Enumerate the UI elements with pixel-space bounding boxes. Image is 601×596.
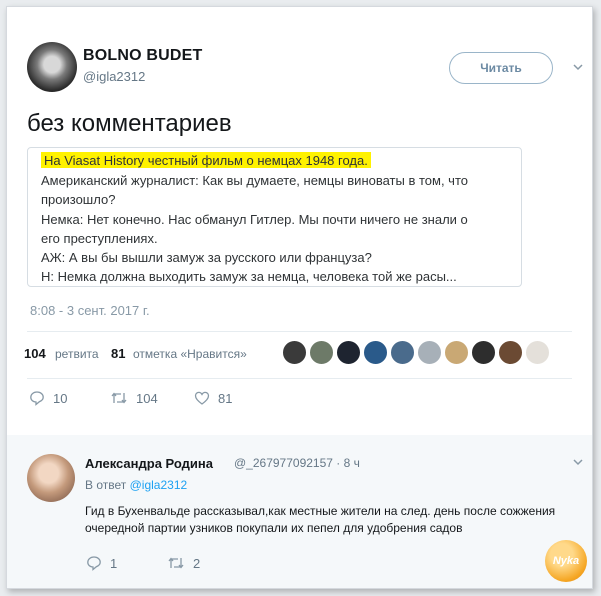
liker-avatar[interactable]	[498, 340, 523, 365]
like-action[interactable]: 81	[194, 390, 232, 406]
divider	[27, 331, 572, 332]
reply-count: 10	[53, 390, 68, 406]
chevron-down-icon[interactable]	[572, 456, 584, 468]
quote-line: Н: Немка должна выходить замуж за немца,…	[41, 269, 457, 284]
reply-author-name[interactable]: Александра Родина	[85, 456, 213, 471]
reply-action[interactable]: 10	[29, 390, 67, 406]
quote-line: Немка: Нет конечно. Нас обманул Гитлер. …	[41, 212, 468, 227]
reply-author-handle[interactable]: @_267977092157 · 8 ч	[234, 456, 360, 470]
watermark-logo: Nyka	[545, 540, 587, 582]
in-reply-prefix: В ответ	[85, 478, 127, 492]
liker-avatar[interactable]	[525, 340, 550, 365]
reply-text: Гид в Бухенвальде рассказывал,как местны…	[85, 504, 556, 535]
tweet-timestamp[interactable]: 8:08 - 3 сент. 2017 г.	[30, 303, 150, 318]
liker-avatar[interactable]	[363, 340, 388, 365]
reply-author-avatar[interactable]	[27, 454, 75, 502]
likes-count[interactable]: 81	[111, 346, 125, 361]
reply-icon	[30, 391, 44, 406]
author-avatar[interactable]	[27, 42, 77, 92]
retweet-count: 2	[193, 555, 201, 571]
divider	[27, 378, 572, 379]
author-name[interactable]: BOLNO BUDET	[83, 47, 203, 65]
chevron-down-icon[interactable]	[572, 61, 584, 73]
tweet-text: без комментариев	[27, 110, 232, 137]
liker-avatar[interactable]	[390, 340, 415, 365]
liker-avatar[interactable]	[282, 340, 307, 365]
liker-avatar[interactable]	[309, 340, 334, 365]
quoted-text-box: На Viasat History честный фильм о немцах…	[27, 147, 522, 287]
retweet-action[interactable]: 2	[167, 555, 200, 571]
tweet-card: BOLNO BUDET @igla2312 Читать без коммент…	[6, 6, 593, 589]
quote-line: произошло?	[41, 192, 116, 207]
reply-count: 1	[110, 555, 118, 571]
retweets-count[interactable]: 104	[24, 346, 46, 361]
author-handle[interactable]: @igla2312	[83, 69, 145, 84]
follow-button[interactable]: Читать	[449, 52, 553, 84]
retweets-label[interactable]: ретвита	[55, 347, 99, 361]
liker-avatar[interactable]	[444, 340, 469, 365]
retweet-icon	[168, 557, 184, 569]
liker-avatar[interactable]	[471, 340, 496, 365]
quote-line: его преступлениях.	[41, 231, 158, 246]
retweet-action[interactable]: 104	[110, 390, 158, 406]
quote-line: АЖ: А вы бы вышли замуж за русского или …	[41, 250, 372, 265]
retweet-icon	[111, 392, 127, 404]
reply-icon	[87, 556, 101, 571]
in-reply-handle-link[interactable]: @igla2312	[130, 478, 188, 492]
heart-icon	[194, 391, 210, 405]
likes-label[interactable]: отметка «Нравится»	[133, 347, 247, 361]
in-reply-to: В ответ @igla2312	[85, 478, 187, 492]
liker-avatar[interactable]	[417, 340, 442, 365]
liker-avatar[interactable]	[336, 340, 361, 365]
like-count: 81	[218, 390, 233, 406]
quote-line: На Viasat History честный фильм о немцах…	[41, 152, 371, 168]
reply-action[interactable]: 1	[86, 555, 117, 571]
retweet-count: 104	[136, 390, 158, 406]
highlighted-text: На Viasat History честный фильм о немцах…	[41, 152, 371, 168]
quote-line: Американский журналист: Как вы думаете, …	[41, 173, 468, 188]
